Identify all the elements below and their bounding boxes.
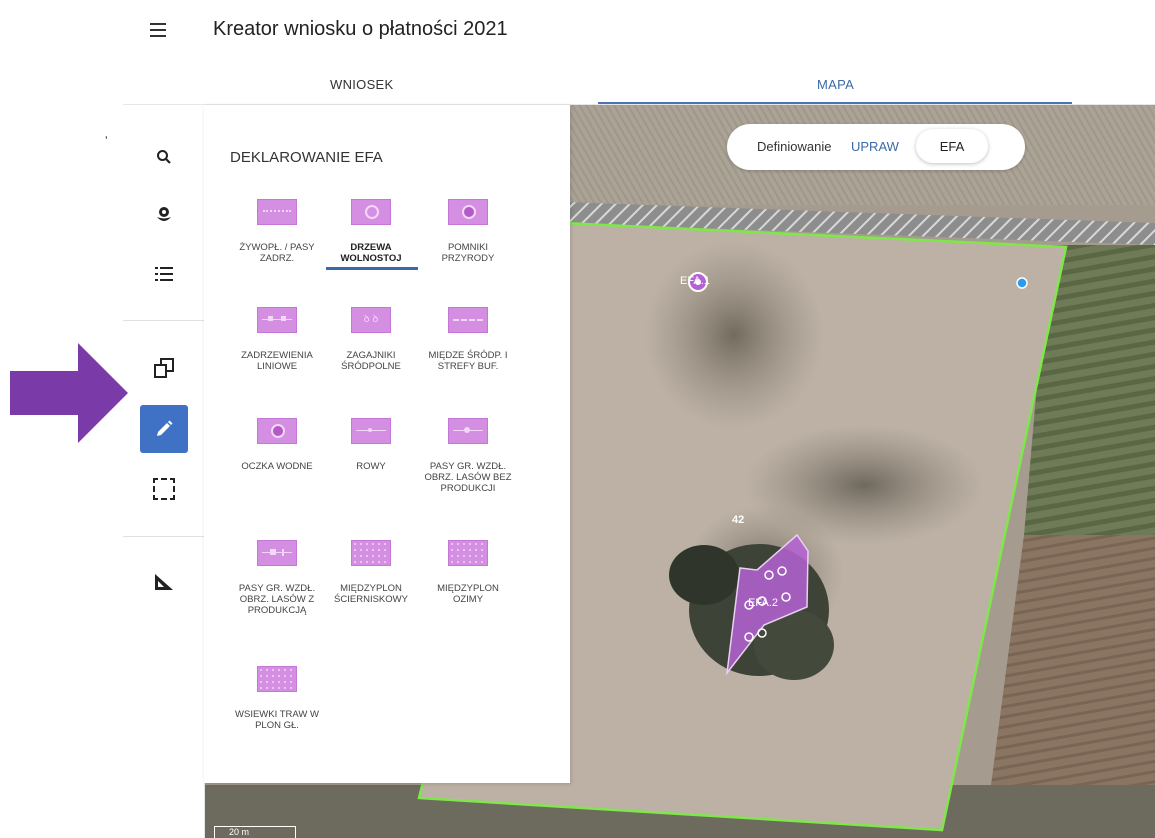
efa2-map-label: EFA.2 xyxy=(748,597,778,609)
efa-item-forest-strips-production[interactable]: PASY GR. WZDŁ. OBRZ. LASÓW Z PRODUKCJĄ xyxy=(232,540,322,616)
flower-icon[interactable] xyxy=(140,191,188,239)
panel-title: DEKLAROWANIE EFA xyxy=(230,149,383,166)
efa-item-stubble-catch-crop[interactable]: MIĘDZYPLON ŚCIERNISKOWY xyxy=(326,540,416,605)
pond-icon xyxy=(257,418,297,444)
efa-item-hedges[interactable]: ŻYWOPŁ. / PASY ZADRZ. xyxy=(232,199,322,264)
copy-icon[interactable] xyxy=(140,344,188,392)
undersown-grass-icon xyxy=(257,666,297,692)
efa-item-balks[interactable]: MIĘDZE ŚRÓDP. I STREFY BUF. xyxy=(423,307,513,372)
grove-icon: ꝺ ꝺ xyxy=(351,307,391,333)
ditch-icon xyxy=(351,418,391,444)
efa-item-undersown-grass[interactable]: WSIEWKI TRAW W PLON GŁ. xyxy=(232,666,322,731)
map-scale-bar: 20 m xyxy=(214,826,296,838)
forest-strip-icon xyxy=(448,418,488,444)
efa-item-winter-catch-crop[interactable]: MIĘDZYPLON OZIMY xyxy=(423,540,513,605)
tab-mapa[interactable]: MAPA xyxy=(817,77,854,92)
winter-catch-crop-icon xyxy=(448,540,488,566)
toggle-label: Definiowanie xyxy=(757,139,832,154)
tree-icon xyxy=(351,199,391,225)
forest-strip-production-icon xyxy=(257,540,297,566)
sidebar-divider xyxy=(123,536,204,537)
sidebar-divider xyxy=(123,320,204,321)
selected-item-underline xyxy=(326,267,418,270)
hedge-icon xyxy=(257,199,297,225)
efa-item-ditches[interactable]: ROWY xyxy=(326,418,416,472)
toggle-efa-button[interactable]: EFA xyxy=(916,129,988,163)
toggle-upraw-button[interactable]: UPRAW xyxy=(851,139,899,154)
tab-wniosek[interactable]: WNIOSEK xyxy=(330,77,394,92)
efa-item-forest-strips-no-production[interactable]: PASY GR. WZDŁ. OBRZ. LASÓW BEZ PRODUKCJI xyxy=(423,418,513,494)
efa-item-monuments[interactable]: POMNIKI PRZYRODY xyxy=(423,199,513,264)
list-icon[interactable] xyxy=(140,250,188,298)
efa-item-solitary-trees[interactable]: DRZEWA WOLNOSTOJ xyxy=(326,199,418,270)
ruler-icon[interactable] xyxy=(140,558,188,606)
app-header xyxy=(123,0,1155,105)
search-icon[interactable] xyxy=(140,133,188,181)
efa-item-ponds[interactable]: OCZKA WODNE xyxy=(232,418,322,472)
efa-item-field-groves[interactable]: ꝺ ꝺ ZAGAJNIKI ŚRÓDPOLNE xyxy=(326,307,416,372)
parcel-number-label: 42 xyxy=(732,514,745,526)
efa-item-tree-lines[interactable]: ZADRZEWIENIA LINIOWE xyxy=(232,307,322,372)
tree-line-icon xyxy=(257,307,297,333)
arrow-pointer-icon xyxy=(10,343,128,443)
hamburger-menu-icon[interactable] xyxy=(150,22,170,38)
efa1-map-label: EFA.1 xyxy=(680,275,710,287)
pencil-icon[interactable] xyxy=(140,405,188,453)
balk-icon xyxy=(448,307,488,333)
select-area-icon[interactable] xyxy=(140,465,188,513)
page-title: Kreator wniosku o płatności 2021 xyxy=(213,18,508,40)
monument-icon xyxy=(448,199,488,225)
stray-mark: ʼ xyxy=(105,134,108,148)
catch-crop-icon xyxy=(351,540,391,566)
